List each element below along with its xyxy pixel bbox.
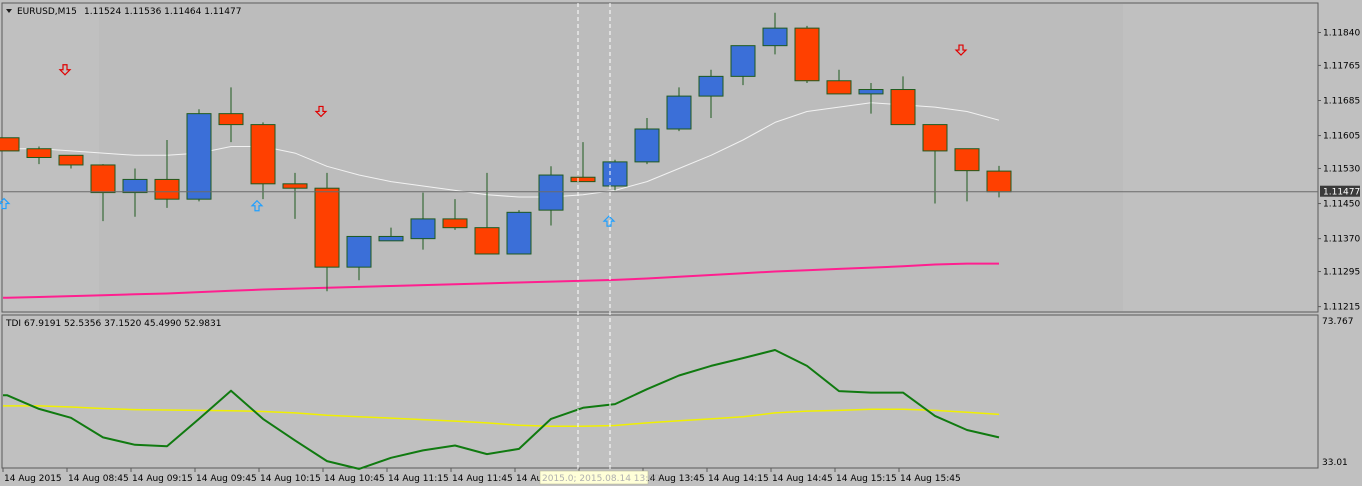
bullish-candle-body [858, 89, 884, 95]
bearish-candle-body [154, 178, 180, 200]
trading-terminal: EURUSD,M15 1.11524 1.11536 1.11464 1.114… [0, 0, 1362, 486]
price-axis-ticks: 1.11840 1.11765 1.11685 1.11605 1.11530 1.114… [1318, 29, 1360, 313]
main-price-chart[interactable]: EURUSD,M15 1.11524 1.11536 1.11464 1.114… [0, 2, 1319, 313]
time-tick-label: 14 Aug 14:45 [772, 474, 833, 484]
bearish-candle-body [90, 164, 116, 194]
bullish-candle-body [346, 235, 372, 268]
indicator-header: TDI 67.9191 52.5356 37.1520 45.4990 52.9… [5, 319, 221, 329]
indicator-axis-min: 33.01 [1322, 458, 1348, 468]
time-tick-label: 14 Aug 09:15 [132, 474, 193, 484]
price-tick-label: 1.11840 [1323, 29, 1360, 39]
tdi-indicator-window[interactable]: TDI 67.9191 52.5356 37.1520 45.4990 52.9… [1, 314, 1354, 470]
price-tick-label: 1.11450 [1323, 200, 1360, 210]
bullish-candle-body [378, 235, 404, 242]
bearish-candle-body [474, 227, 500, 255]
bearish-candle-body [250, 124, 276, 185]
ohlc-readout: 1.11524 1.11536 1.11464 1.11477 [84, 7, 241, 17]
bearish-candle-body [794, 27, 820, 82]
bullish-candle-body [602, 161, 628, 187]
price-tick-label: 1.11370 [1323, 235, 1360, 245]
bullish-candle-body [506, 211, 532, 255]
bearish-candle-body [0, 137, 20, 152]
time-tick-label: 14 Aug 15:15 [836, 474, 897, 484]
time-tick-label: 14 Aug 15:45 [900, 474, 961, 484]
bearish-candle-body [282, 183, 308, 189]
crosshair-time-tooltip: 2015.0; 2015.08.14 13:00 [539, 470, 660, 485]
candle [602, 159, 628, 191]
time-tick-label: 14 Aug 11:15 [388, 474, 449, 484]
time-tick-label: 14 Aug 11:45 [452, 474, 513, 484]
bearish-candle-body [986, 170, 1012, 193]
candle [186, 109, 212, 202]
price-tick-label: 1.11530 [1323, 164, 1360, 174]
time-tick-label: 14 Aug 14:15 [708, 474, 769, 484]
price-tick-label: 1.11685 [1323, 96, 1360, 106]
bearish-candle-body [922, 124, 948, 152]
bullish-candle-body [410, 218, 436, 240]
bullish-candle-body [762, 27, 788, 47]
indicator-frame [1, 314, 1319, 469]
candle [0, 137, 20, 152]
bullish-candle-body [538, 174, 564, 211]
bearish-candle-body [26, 148, 52, 159]
price-axis[interactable]: 1.11840 1.11765 1.11685 1.11605 1.11530 1.114… [1318, 29, 1360, 313]
crosshair-time-label: 2015.0; 2015.08.14 13:00 [542, 474, 660, 484]
bullish-candle-body [634, 128, 660, 163]
bullish-candle-body [186, 113, 212, 200]
indicator-axis-max: 73.767 [1322, 317, 1354, 327]
price-tick-label: 1.11765 [1323, 61, 1360, 71]
time-tick-label: 14 Aug 10:15 [260, 474, 321, 484]
bearish-candle-body [314, 187, 340, 268]
time-tick-label: 14 Aug 2015 [4, 474, 62, 484]
current-price-badge: 1.11477 [1320, 185, 1360, 198]
bearish-candle-body [570, 176, 596, 183]
bullish-candle-body [698, 75, 724, 97]
bearish-candle-body [954, 148, 980, 172]
price-tick-label: 1.11295 [1323, 268, 1360, 278]
price-tick-label: 1.11215 [1323, 303, 1360, 313]
candle [506, 210, 532, 255]
bearish-candle-body [58, 154, 84, 166]
candle [794, 25, 820, 83]
price-tick-label: 1.11605 [1323, 132, 1360, 142]
time-tick-label: 14 Aug 08:45 [68, 474, 129, 484]
bearish-candle-body [890, 89, 916, 126]
time-tick-label: 14 Aug 10:45 [324, 474, 385, 484]
bullish-candle-body [730, 45, 756, 77]
bearish-candle-body [442, 218, 468, 229]
time-tick-label: 14 Aug 09:45 [196, 474, 257, 484]
bullish-candle-body [122, 178, 148, 194]
bearish-candle-body [218, 113, 244, 126]
bearish-candle-body [826, 80, 852, 95]
current-price-label: 1.11477 [1323, 188, 1360, 198]
bullish-candle-body [666, 95, 692, 130]
symbol-label: EURUSD,M15 [17, 7, 77, 17]
